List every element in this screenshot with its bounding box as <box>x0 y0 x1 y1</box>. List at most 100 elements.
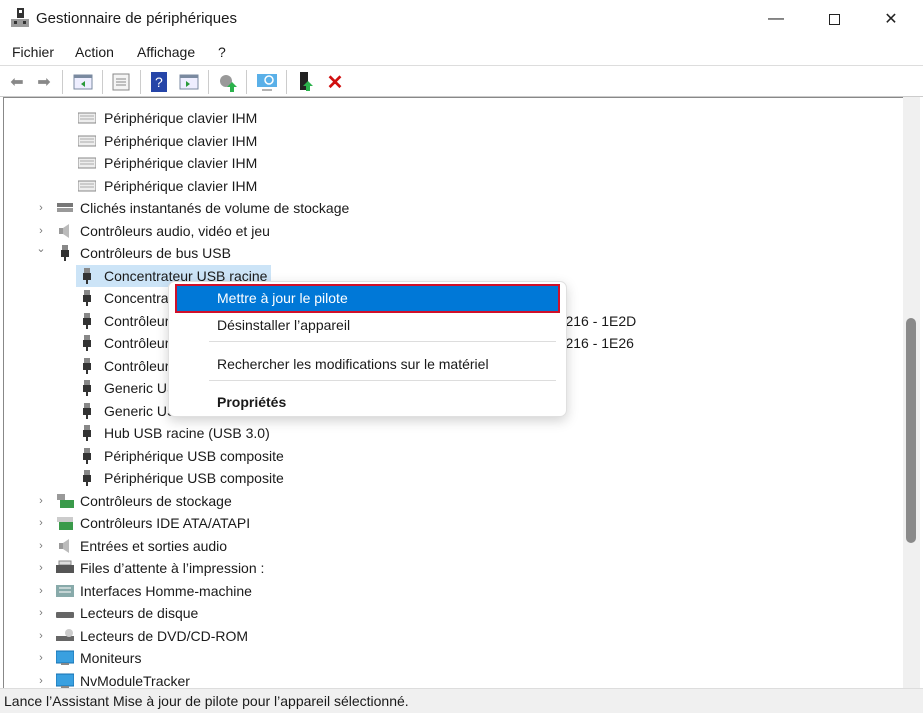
forward-icon: ➡ <box>37 74 51 91</box>
uninstall-button[interactable]: ✕ <box>324 71 346 94</box>
toolbar: ⬅ ➡ ? ✕ <box>0 66 923 97</box>
update-driver-button[interactable] <box>217 71 239 93</box>
properties-button[interactable] <box>110 71 132 93</box>
monitor-icon <box>56 673 74 688</box>
menu-fichier[interactable]: Fichier <box>12 44 54 60</box>
tree-item[interactable]: ⌄ Contrôleurs de bus USB <box>36 242 235 264</box>
chevron-right-icon[interactable]: › <box>35 602 47 624</box>
uninstall-icon: ✕ <box>326 71 344 94</box>
scrollbar-thumb[interactable] <box>906 318 916 543</box>
usb-icon <box>83 290 91 306</box>
tree-item[interactable]: › Clichés instantanés de volume de stocka… <box>39 197 353 219</box>
tree-item[interactable]: › NvModuleTracker <box>39 670 194 689</box>
window-title: Gestionnaire de périphériques <box>36 10 237 27</box>
status-bar: Lance l’Assistant Mise à jour de pilote … <box>0 688 923 713</box>
keyboard-icon <box>78 180 96 191</box>
menu-affichage[interactable]: Affichage <box>137 44 195 60</box>
speaker-icon <box>59 538 69 553</box>
tree-item-label: Périphérique clavier IHM <box>104 177 258 194</box>
tree-item[interactable]: Périphérique clavier IHM <box>76 152 261 174</box>
enable-device-button[interactable] <box>296 71 318 93</box>
tree-item-label: Contrôleurs de stockage <box>80 492 232 509</box>
tree-item[interactable]: › Contrôleurs de stockage <box>39 490 236 512</box>
chevron-right-icon[interactable]: › <box>35 580 47 602</box>
tree-item-label: Contrôleurs IDE ATA/ATAPI <box>80 515 251 531</box>
keyboard-icon <box>78 157 96 169</box>
menu-separator <box>209 341 556 342</box>
tree-item-label: Interfaces Homme-machine <box>80 582 252 599</box>
tree-item-label: Périphérique USB composite <box>104 447 284 464</box>
menu-item-uninstall-device[interactable]: Désinstaller l’appareil <box>177 313 558 338</box>
tree-item[interactable]: › Moniteurs <box>39 647 145 669</box>
tree-item-label: NvModuleTracker <box>80 672 190 689</box>
chevron-right-icon[interactable]: › <box>35 625 47 647</box>
maximize-button[interactable] <box>811 4 857 34</box>
tree-item-label: Hub USB racine (USB 3.0) <box>104 425 270 441</box>
tree-item[interactable]: Périphérique USB composite <box>76 445 288 467</box>
tree-item[interactable]: Périphérique USB composite <box>76 467 288 489</box>
svg-text:?: ? <box>155 74 163 90</box>
tree-item-label: Clichés instantanés de volume de stockag… <box>80 200 350 216</box>
tree-item-label: Périphérique clavier IHM <box>104 155 258 171</box>
menu-item-update-driver[interactable]: Mettre à jour le pilote <box>175 284 560 313</box>
tree-item-label: Moniteurs <box>80 650 142 666</box>
usb-icon <box>83 447 91 464</box>
tree-item-label: Entrées et sorties audio <box>80 537 228 554</box>
update-driver-icon <box>220 75 237 92</box>
ide-icon <box>57 517 73 530</box>
properties-icon <box>112 73 130 91</box>
chevron-right-icon[interactable]: › <box>35 557 47 579</box>
menu-help[interactable]: ? <box>218 44 226 60</box>
maximize-icon <box>828 13 840 25</box>
tree-item-label: Lecteurs de disque <box>80 605 199 621</box>
tree-item[interactable]: › Contrôleurs audio, vidéo et jeu <box>39 220 274 242</box>
back-button[interactable]: ⬅ <box>6 71 28 93</box>
usb-icon <box>83 267 91 284</box>
minimize-icon: — <box>768 10 784 27</box>
chevron-down-icon[interactable]: ⌄ <box>35 238 47 260</box>
scan-hardware-button[interactable] <box>256 71 278 93</box>
tree-item[interactable]: Périphérique clavier IHM <box>76 107 261 129</box>
tree-item[interactable]: › Lecteurs de DVD/CD-ROM <box>39 625 252 647</box>
tree-item[interactable]: › Contrôleurs IDE ATA/ATAPI <box>39 512 254 534</box>
close-button[interactable]: ✕ <box>868 4 914 34</box>
chevron-right-icon[interactable]: › <box>35 535 47 557</box>
minimize-button[interactable]: — <box>753 4 799 34</box>
menu-item-scan-hardware[interactable]: Rechercher les modifications sur le maté… <box>177 352 558 377</box>
chevron-right-icon[interactable]: › <box>35 512 47 534</box>
action-pane-button[interactable] <box>178 71 200 93</box>
usb-icon <box>83 380 91 396</box>
tree-item[interactable]: › Lecteurs de disque <box>39 602 202 624</box>
chevron-right-icon[interactable]: › <box>35 670 47 689</box>
tree-item-label: Périphérique clavier IHM <box>104 132 258 149</box>
menu-item-properties[interactable]: Propriétés <box>177 390 558 415</box>
tree-item-label: Lecteurs de DVD/CD-ROM <box>80 627 249 644</box>
back-icon: ⬅ <box>10 74 24 91</box>
tree-item-label: Contrôleurs audio, vidéo et jeu <box>80 222 270 239</box>
tree-item[interactable]: › Interfaces Homme-machine <box>39 580 256 602</box>
vertical-scrollbar[interactable] <box>903 97 920 688</box>
help-button[interactable]: ? <box>148 71 170 93</box>
status-text: Lance l’Assistant Mise à jour de pilote … <box>4 693 409 709</box>
menu-bar: Fichier Action Affichage ? <box>0 38 923 66</box>
chevron-right-icon[interactable]: › <box>35 647 47 669</box>
menu-separator <box>209 380 556 381</box>
usb-icon <box>83 357 91 374</box>
menu-action[interactable]: Action <box>75 44 114 60</box>
tree-item[interactable]: Périphérique clavier IHM <box>76 175 261 197</box>
chevron-right-icon[interactable]: › <box>35 197 47 219</box>
forward-button[interactable]: ➡ <box>33 71 55 93</box>
tree-item[interactable]: Périphérique clavier IHM <box>76 130 261 152</box>
dvd-icon <box>56 628 74 641</box>
tree-item[interactable]: › Files d’attente à l’impression : <box>39 557 268 579</box>
keyboard-icon <box>78 135 96 146</box>
tree-item[interactable]: › Entrées et sorties audio <box>39 535 231 557</box>
tree-item-label: Files d’attente à l’impression : <box>80 560 265 576</box>
enable-device-icon <box>300 72 313 91</box>
chevron-right-icon[interactable]: › <box>35 490 47 512</box>
tree-item[interactable]: Hub USB racine (USB 3.0) <box>76 422 274 444</box>
console-tree-button[interactable] <box>72 71 94 93</box>
speaker-icon <box>59 223 69 238</box>
title-bar: Gestionnaire de périphériques — ✕ <box>0 0 923 38</box>
storage-controller-icon <box>57 493 74 508</box>
